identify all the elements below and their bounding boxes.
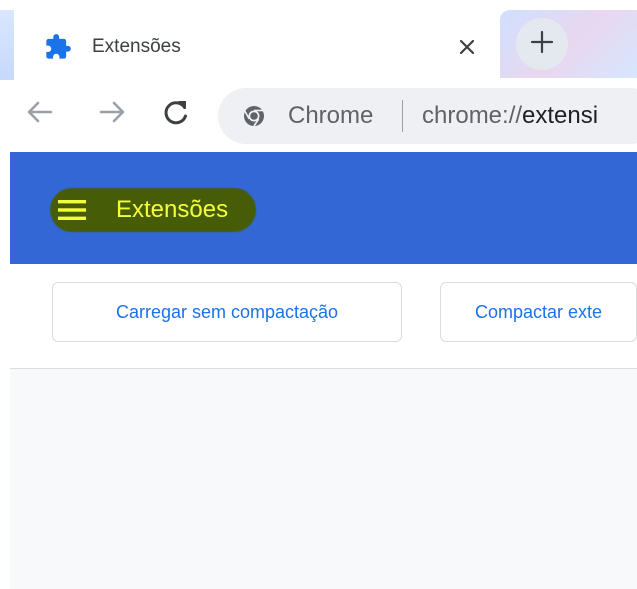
new-tab-button[interactable]: [516, 18, 568, 70]
tab-title: Extensões: [92, 36, 181, 57]
forward-button[interactable]: [94, 96, 130, 132]
address-separator: [402, 100, 403, 132]
extensions-list-area: [10, 369, 637, 589]
hamburger-menu-icon[interactable]: [56, 196, 88, 224]
browser-toolbar: Chrome chrome://extensi: [0, 80, 637, 152]
url-scheme: chrome://: [422, 102, 523, 129]
tab-extensions[interactable]: Extensões: [20, 10, 500, 80]
back-button[interactable]: [22, 96, 58, 132]
load-unpacked-button[interactable]: Carregar sem compactação: [52, 282, 402, 342]
developer-action-bar: Carregar sem compactação Compactar exte: [10, 264, 637, 369]
back-arrow-icon: [24, 96, 56, 133]
page-info-label: Chrome: [288, 102, 374, 129]
extensions-header: Extensões: [10, 152, 637, 264]
browser-window: Extensões Chrome chrome://extensi Extens…: [0, 0, 637, 589]
page-title: Extensões: [116, 196, 229, 223]
tab-strip: Extensões: [0, 0, 637, 80]
close-icon[interactable]: [452, 32, 482, 62]
forward-arrow-icon: [96, 96, 128, 133]
plus-icon: [529, 29, 555, 60]
reload-button[interactable]: [158, 96, 194, 132]
chrome-icon[interactable]: [242, 104, 266, 128]
puzzle-piece-icon: [44, 33, 72, 61]
url-text: chrome://extensi: [422, 102, 598, 130]
tab-strip-background: [0, 10, 14, 80]
pack-extension-button[interactable]: Compactar exte: [440, 282, 637, 342]
reload-icon: [160, 96, 192, 133]
address-bar[interactable]: Chrome chrome://extensi: [218, 88, 637, 144]
url-host: extensi: [522, 102, 599, 129]
